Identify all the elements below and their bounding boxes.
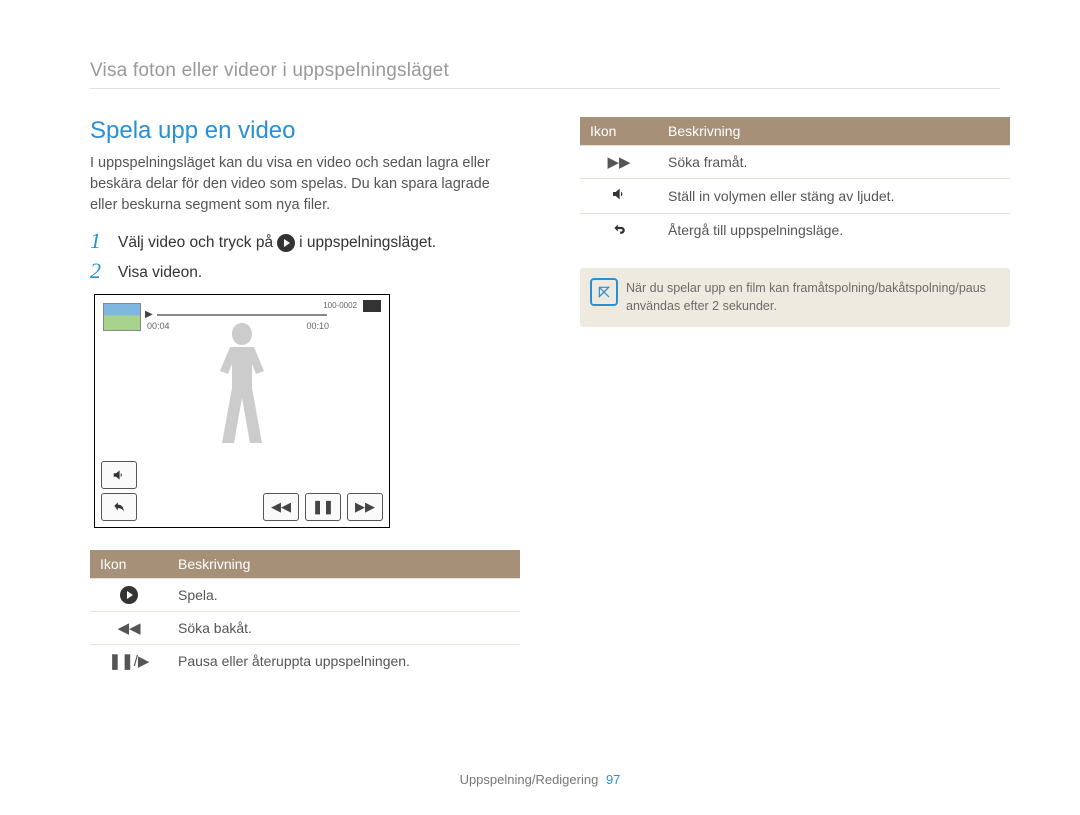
fast-forward-icon: ▶▶ [580, 146, 658, 179]
pause-button[interactable]: ❚❚ [305, 493, 341, 521]
play-icon [120, 586, 138, 604]
step-text-pre: Visa videon. [118, 264, 202, 282]
note-box: När du spelar upp en film kan framåtspol… [580, 268, 1010, 327]
play-indicator-icon: ▶ [145, 309, 153, 320]
table-header-desc: Beskrivning [658, 117, 1010, 146]
progress-bar [157, 314, 327, 316]
footer-page-number: 97 [606, 772, 620, 787]
time-total: 00:10 [306, 321, 329, 331]
table-desc: Återgå till uppspelningsläge. [658, 214, 1010, 247]
pause-play-icon: ❚❚/▶ [90, 645, 168, 678]
table-row: Spela. [90, 579, 520, 612]
table-desc: Spela. [168, 579, 520, 612]
table-row: Återgå till uppspelningsläge. [580, 214, 1010, 247]
battery-icon [363, 300, 381, 312]
page-footer: Uppspelning/Redigering 97 [0, 772, 1080, 787]
video-content-silhouette [212, 323, 272, 458]
intro-text: I uppspelningsläget kan du visa en video… [90, 153, 520, 216]
file-number: 100-0002 [323, 301, 357, 310]
step-number: 1 [90, 230, 108, 252]
video-thumbnail [103, 303, 141, 331]
page-title: Spela upp en video [90, 117, 520, 145]
icon-table-right: Ikon Beskrivning ▶▶ Söka framåt. Ställ i… [580, 117, 1010, 246]
table-desc: Söka bakåt. [168, 612, 520, 645]
back-button[interactable] [101, 493, 137, 521]
step-1: 1 Välj video och tryck på i uppspelnings… [90, 230, 520, 252]
step-text-pre: Välj video och tryck på [118, 234, 273, 252]
volume-icon [580, 179, 658, 214]
icon-table-left: Ikon Beskrivning Spela. ◀◀ Söka bakåt. ❚… [90, 550, 520, 677]
rewind-button[interactable]: ◀◀ [263, 493, 299, 521]
table-row: ▶▶ Söka framåt. [580, 146, 1010, 179]
step-text-post: i uppspelningsläget. [299, 234, 436, 252]
right-column: Ikon Beskrivning ▶▶ Söka framåt. Ställ i… [580, 117, 1010, 677]
table-desc: Pausa eller återuppta uppspelningen. [168, 645, 520, 678]
table-header-icon: Ikon [90, 550, 168, 579]
time-elapsed: 00:04 [147, 321, 170, 331]
table-desc: Söka framåt. [658, 146, 1010, 179]
step-number: 2 [90, 260, 108, 282]
video-player: ▶ 00:04 00:10 100-0002 [94, 294, 390, 528]
forward-button[interactable]: ▶▶ [347, 493, 383, 521]
step-2: 2 Visa videon. [90, 260, 520, 282]
left-column: Spela upp en video I uppspelningsläget k… [90, 117, 520, 677]
table-header-desc: Beskrivning [168, 550, 520, 579]
return-icon [580, 214, 658, 247]
volume-button[interactable] [101, 461, 137, 489]
play-icon [277, 234, 295, 252]
footer-section: Uppspelning/Redigering [460, 772, 599, 787]
table-desc: Ställ in volymen eller stäng av ljudet. [658, 179, 1010, 214]
rewind-icon: ◀◀ [90, 612, 168, 645]
table-row: Ställ in volymen eller stäng av ljudet. [580, 179, 1010, 214]
table-row: ◀◀ Söka bakåt. [90, 612, 520, 645]
table-header-icon: Ikon [580, 117, 658, 146]
breadcrumb: Visa foton eller videor i uppspelningslä… [90, 60, 1000, 89]
table-row: ❚❚/▶ Pausa eller återuppta uppspelningen… [90, 645, 520, 678]
note-text: När du spelar upp en film kan framåtspol… [626, 281, 986, 313]
info-icon [590, 278, 618, 306]
